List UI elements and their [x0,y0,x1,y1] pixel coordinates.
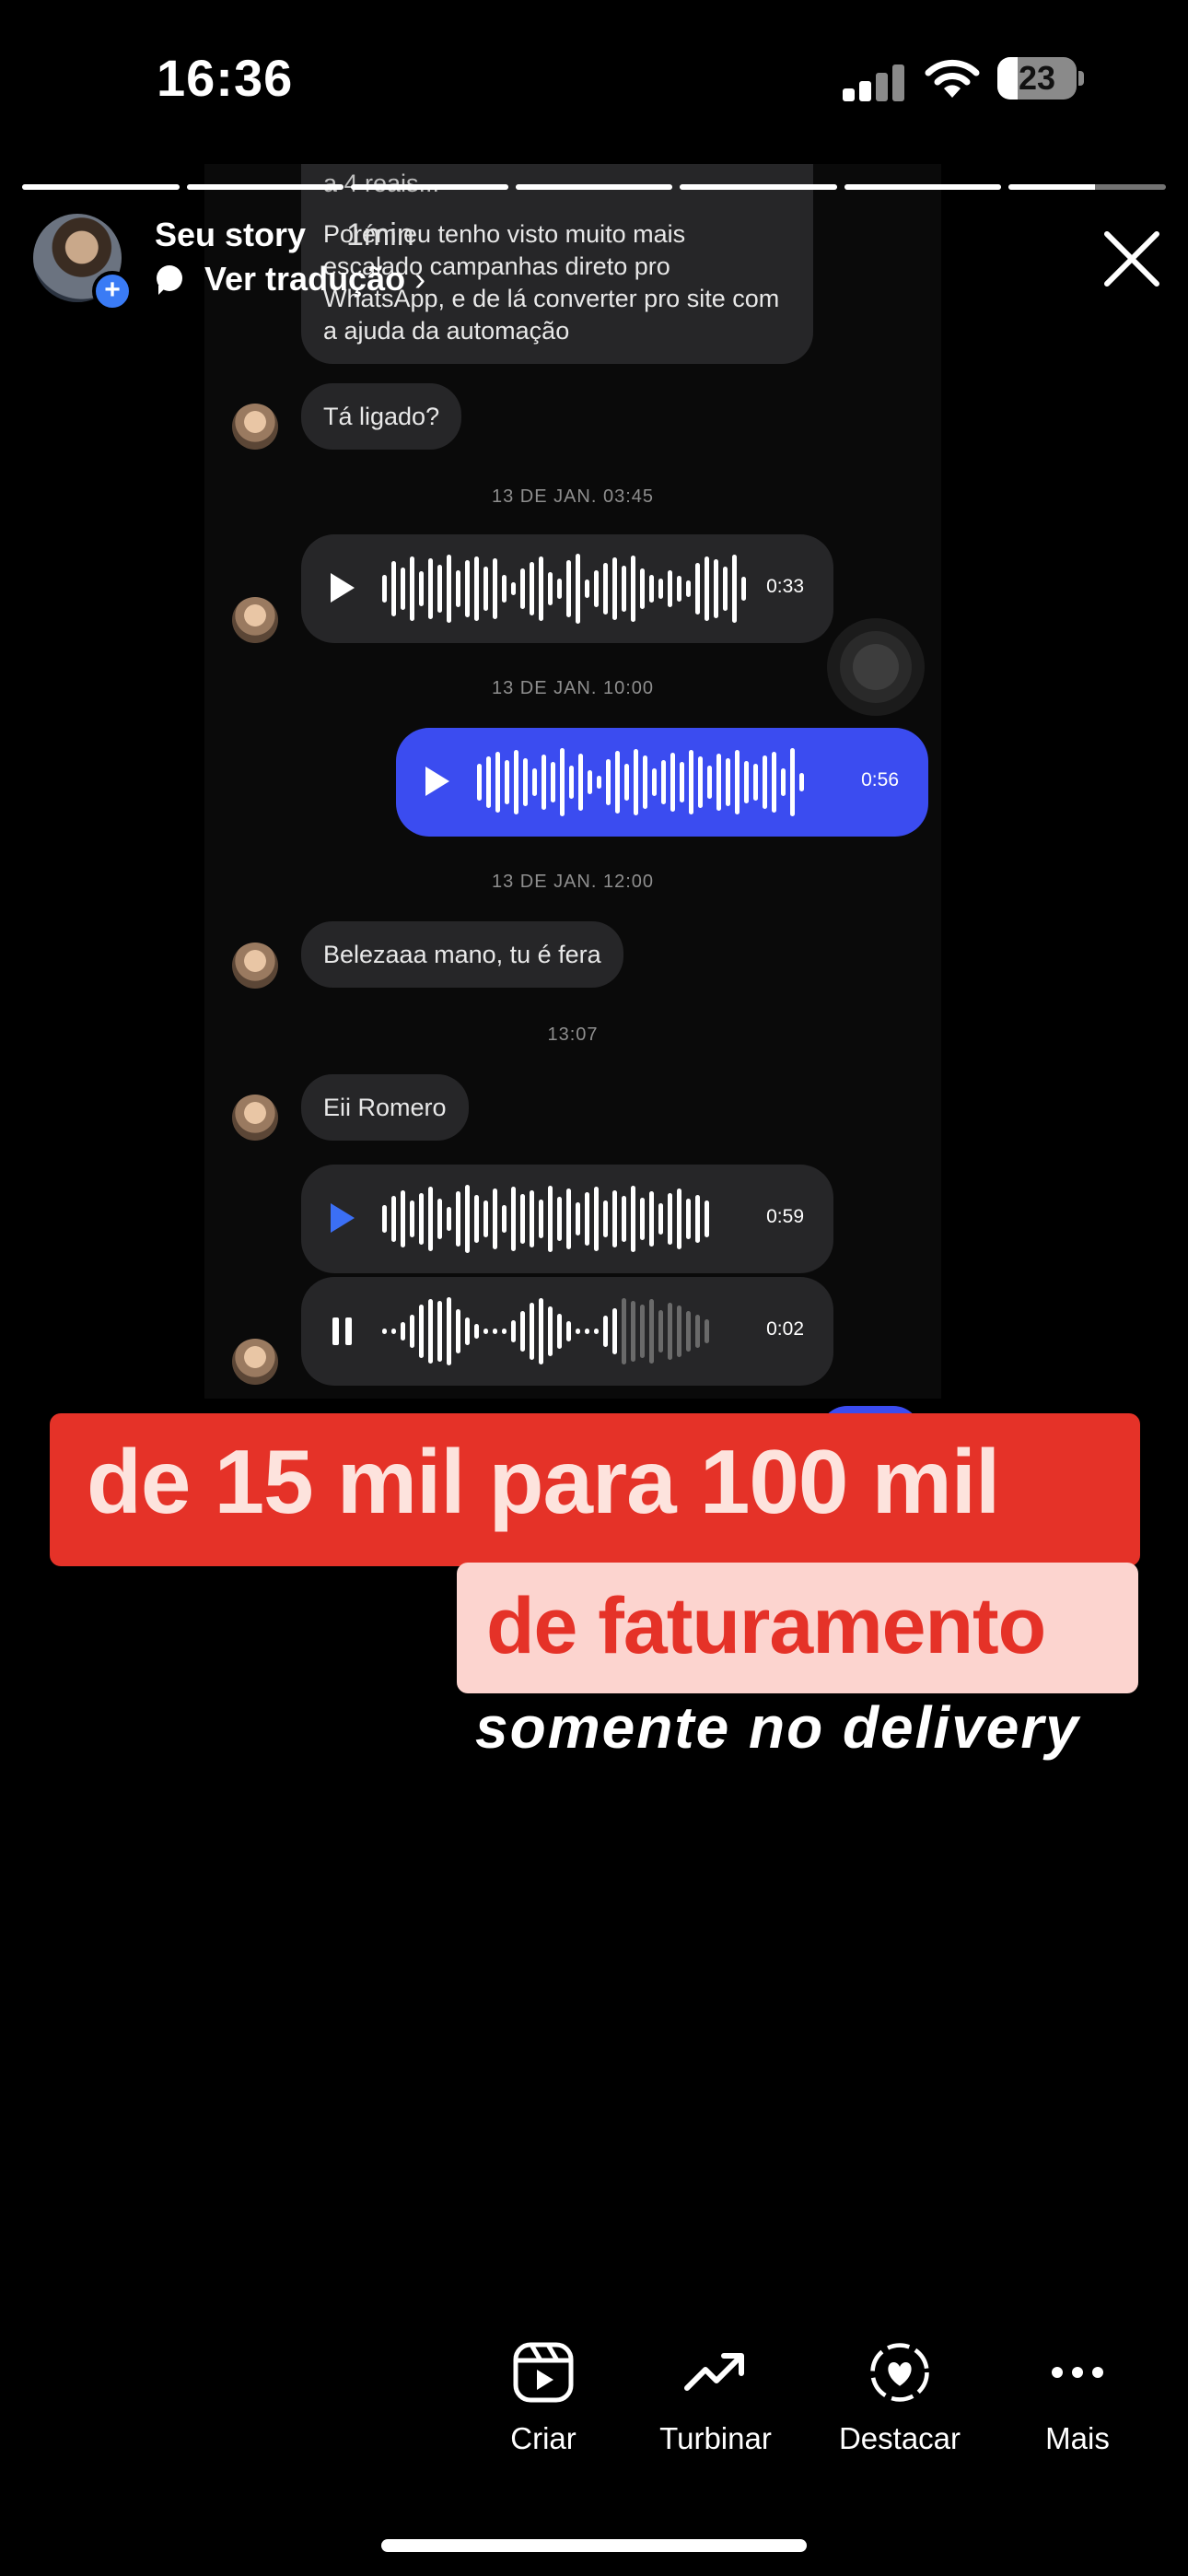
date-separator: 13 DE JAN. 03:45 [491,486,655,507]
voice-duration: 0:59 [766,1206,804,1227]
voice-message-playing[interactable]: 0:02 [301,1277,833,1386]
play-icon[interactable] [331,573,355,603]
story-progress [22,184,1167,190]
reels-icon [513,2342,574,2403]
subheadline-banner: de faturamento [457,1563,1138,1693]
more-dots-icon [1052,2367,1103,2378]
voice-duration: 0:02 [766,1318,804,1340]
translate-label: Ver tradução [204,260,406,298]
voice-message[interactable]: 0:33 [301,534,833,643]
action-label: Mais [1045,2421,1110,2455]
battery-level: 23 [1018,59,1056,97]
boost-button[interactable]: Turbinar [637,2340,794,2456]
scroll-indicator [840,631,912,703]
date-separator: 13 DE JAN. 10:00 [491,678,655,698]
waveform [382,1183,709,1255]
contact-avatar [232,597,278,643]
waveform [477,746,804,818]
home-indicator[interactable] [381,2539,807,2552]
progress-segment [186,184,344,190]
message-bubble: Belezaaa mano, tu é fera [301,921,623,988]
action-label: Criar [510,2421,577,2455]
voice-message[interactable]: 0:59 [301,1165,833,1273]
progress-segment [844,184,1002,190]
more-button[interactable]: Mais [999,2340,1156,2456]
story-owner[interactable]: Seu story [155,216,306,254]
create-button[interactable]: Criar [465,2340,622,2456]
message-bubble: Tá ligado? [301,383,462,450]
contact-avatar [232,404,278,450]
caption-text: somente no delivery [475,1694,1080,1761]
pause-icon[interactable] [332,1317,353,1345]
speech-bubble-icon [157,265,182,295]
add-story-icon[interactable]: + [92,271,133,311]
highlight-heart-icon [870,2343,929,2402]
story-time: 1min [346,217,414,252]
headline-banner: de 15 mil para 100 mil [50,1413,1140,1566]
time-separator: 13:07 [547,1025,599,1045]
cellular-signal-icon [843,63,904,101]
chevron-right-icon: › [414,260,426,298]
action-label: Destacar [838,2421,961,2455]
message-line: a ajuda da automação [323,317,570,345]
highlight-button[interactable]: Destacar [821,2340,978,2456]
progress-segment [515,184,673,190]
play-icon[interactable] [425,767,449,796]
waveform [382,553,746,625]
subheadline-text: de faturamento [486,1582,1046,1670]
chat-screenshot: a 4 reais... Porém eu tenho visto muito … [204,164,941,1399]
voice-duration: 0:56 [861,769,899,790]
contact-avatar [232,1095,278,1141]
play-icon[interactable] [331,1203,355,1233]
contact-avatar [232,1339,278,1385]
message-bubble: Eii Romero [301,1074,469,1141]
progress-segment [22,184,180,190]
see-translation-link[interactable]: Ver tradução › [204,260,425,299]
headline-text: de 15 mil para 100 mil [87,1431,1000,1532]
battery-icon: 23 [997,57,1086,100]
progress-segment [351,184,508,190]
wifi-icon [925,59,980,98]
trending-up-icon [684,2353,744,2391]
waveform [382,1295,709,1367]
date-separator: 13 DE JAN. 12:00 [491,872,655,892]
status-time: 16:36 [157,49,294,107]
progress-segment [680,184,837,190]
voice-message-sent[interactable]: 0:56 [396,728,928,837]
progress-segment [1008,184,1167,190]
action-label: Turbinar [659,2421,772,2455]
contact-avatar [232,943,278,989]
voice-duration: 0:33 [766,576,804,597]
close-icon[interactable] [1101,228,1162,289]
